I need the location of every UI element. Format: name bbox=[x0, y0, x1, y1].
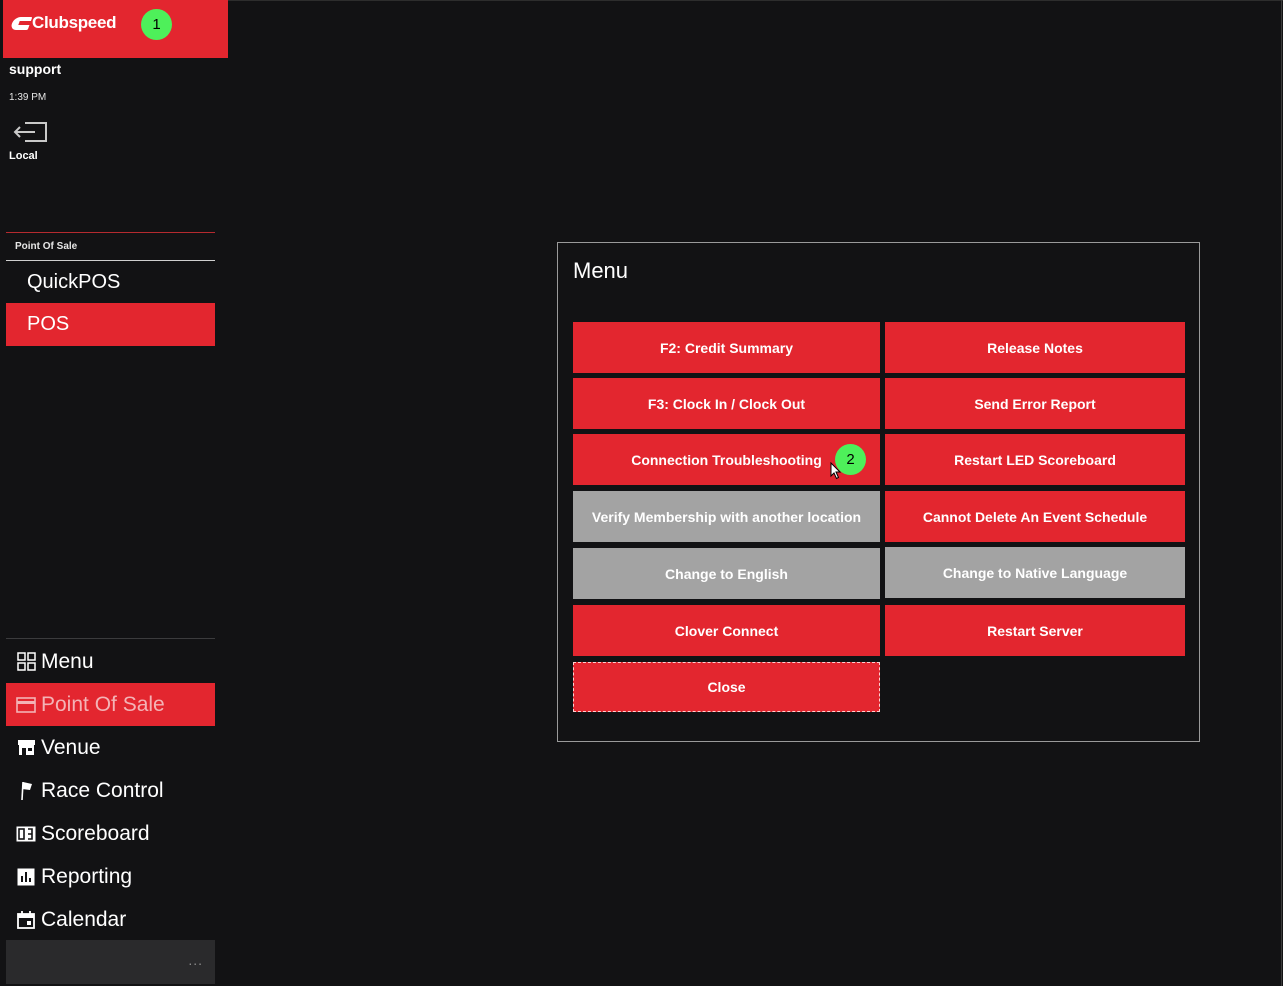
restart-led-scoreboard-button[interactable]: Restart LED Scoreboard bbox=[885, 434, 1185, 485]
sidebar: Clubspeed 1 support 1:39 PM Local Point … bbox=[3, 0, 228, 986]
change-to-native-language-button[interactable]: Change to Native Language bbox=[885, 547, 1185, 598]
clock-in-out-button[interactable]: F3: Clock In / Clock Out bbox=[573, 378, 880, 429]
sidebar-footer: ... bbox=[6, 940, 215, 984]
change-to-english-button[interactable]: Change to English bbox=[573, 548, 880, 599]
nav-item-label: Calendar bbox=[41, 907, 127, 931]
step-badge-1: 1 bbox=[141, 9, 172, 40]
nav-item-point-of-sale[interactable]: Point Of Sale bbox=[6, 683, 215, 726]
nav-item-label: Reporting bbox=[41, 864, 133, 888]
more-options-icon[interactable]: ... bbox=[188, 952, 203, 968]
store-icon bbox=[16, 738, 36, 758]
nav-item-label: Race Control bbox=[41, 778, 164, 802]
nav-item-label: Scoreboard bbox=[41, 821, 150, 845]
clubspeed-logo: Clubspeed bbox=[12, 13, 117, 33]
flag-icon bbox=[16, 781, 36, 801]
nav-item-label: Venue bbox=[41, 735, 101, 759]
pos-item-pos[interactable]: POS bbox=[6, 303, 215, 346]
brand-name: Clubspeed bbox=[32, 13, 117, 32]
main-border bbox=[228, 0, 1283, 1]
nav-divider bbox=[6, 638, 215, 639]
card-icon bbox=[16, 695, 36, 715]
nav-item-calendar[interactable]: Calendar bbox=[6, 898, 215, 941]
close-button[interactable]: Close bbox=[573, 662, 880, 712]
calendar-icon bbox=[16, 910, 36, 930]
send-error-report-button[interactable]: Send Error Report bbox=[885, 378, 1185, 429]
nav-item-scoreboard[interactable]: Scoreboard bbox=[6, 812, 215, 855]
current-time: 1:39 PM bbox=[9, 92, 47, 103]
cannot-delete-event-schedule-button[interactable]: Cannot Delete An Event Schedule bbox=[885, 491, 1185, 542]
credit-summary-button[interactable]: F2: Credit Summary bbox=[573, 322, 880, 373]
nav-item-label: Point Of Sale bbox=[41, 692, 165, 716]
logo-bar: Clubspeed 1 bbox=[3, 0, 228, 58]
verify-membership-button[interactable]: Verify Membership with another location bbox=[573, 491, 880, 542]
logout-icon[interactable] bbox=[13, 120, 49, 144]
nav-item-race-control[interactable]: Race Control bbox=[6, 769, 215, 812]
release-notes-button[interactable]: Release Notes bbox=[885, 322, 1185, 373]
scoreboard-icon bbox=[16, 824, 36, 844]
location-label: Local bbox=[9, 150, 38, 162]
main-border bbox=[1281, 0, 1282, 986]
nav-item-menu[interactable]: Menu bbox=[6, 640, 215, 683]
pos-item-quickpos[interactable]: QuickPOS bbox=[6, 261, 215, 304]
user-name: support bbox=[9, 61, 62, 77]
mouse-cursor-icon bbox=[830, 462, 842, 480]
nav-item-label: Menu bbox=[41, 649, 94, 673]
pos-section-label: Point Of Sale bbox=[15, 241, 78, 252]
section-divider bbox=[6, 232, 215, 233]
clover-connect-button[interactable]: Clover Connect bbox=[573, 605, 880, 656]
restart-server-button[interactable]: Restart Server bbox=[885, 605, 1185, 656]
chart-icon bbox=[16, 867, 36, 887]
dialog-title: Menu bbox=[573, 258, 629, 283]
clubspeed-logo-icon bbox=[12, 15, 30, 31]
nav-item-reporting[interactable]: Reporting bbox=[6, 855, 215, 898]
nav-item-venue[interactable]: Venue bbox=[6, 726, 215, 769]
grid-icon bbox=[16, 652, 36, 672]
